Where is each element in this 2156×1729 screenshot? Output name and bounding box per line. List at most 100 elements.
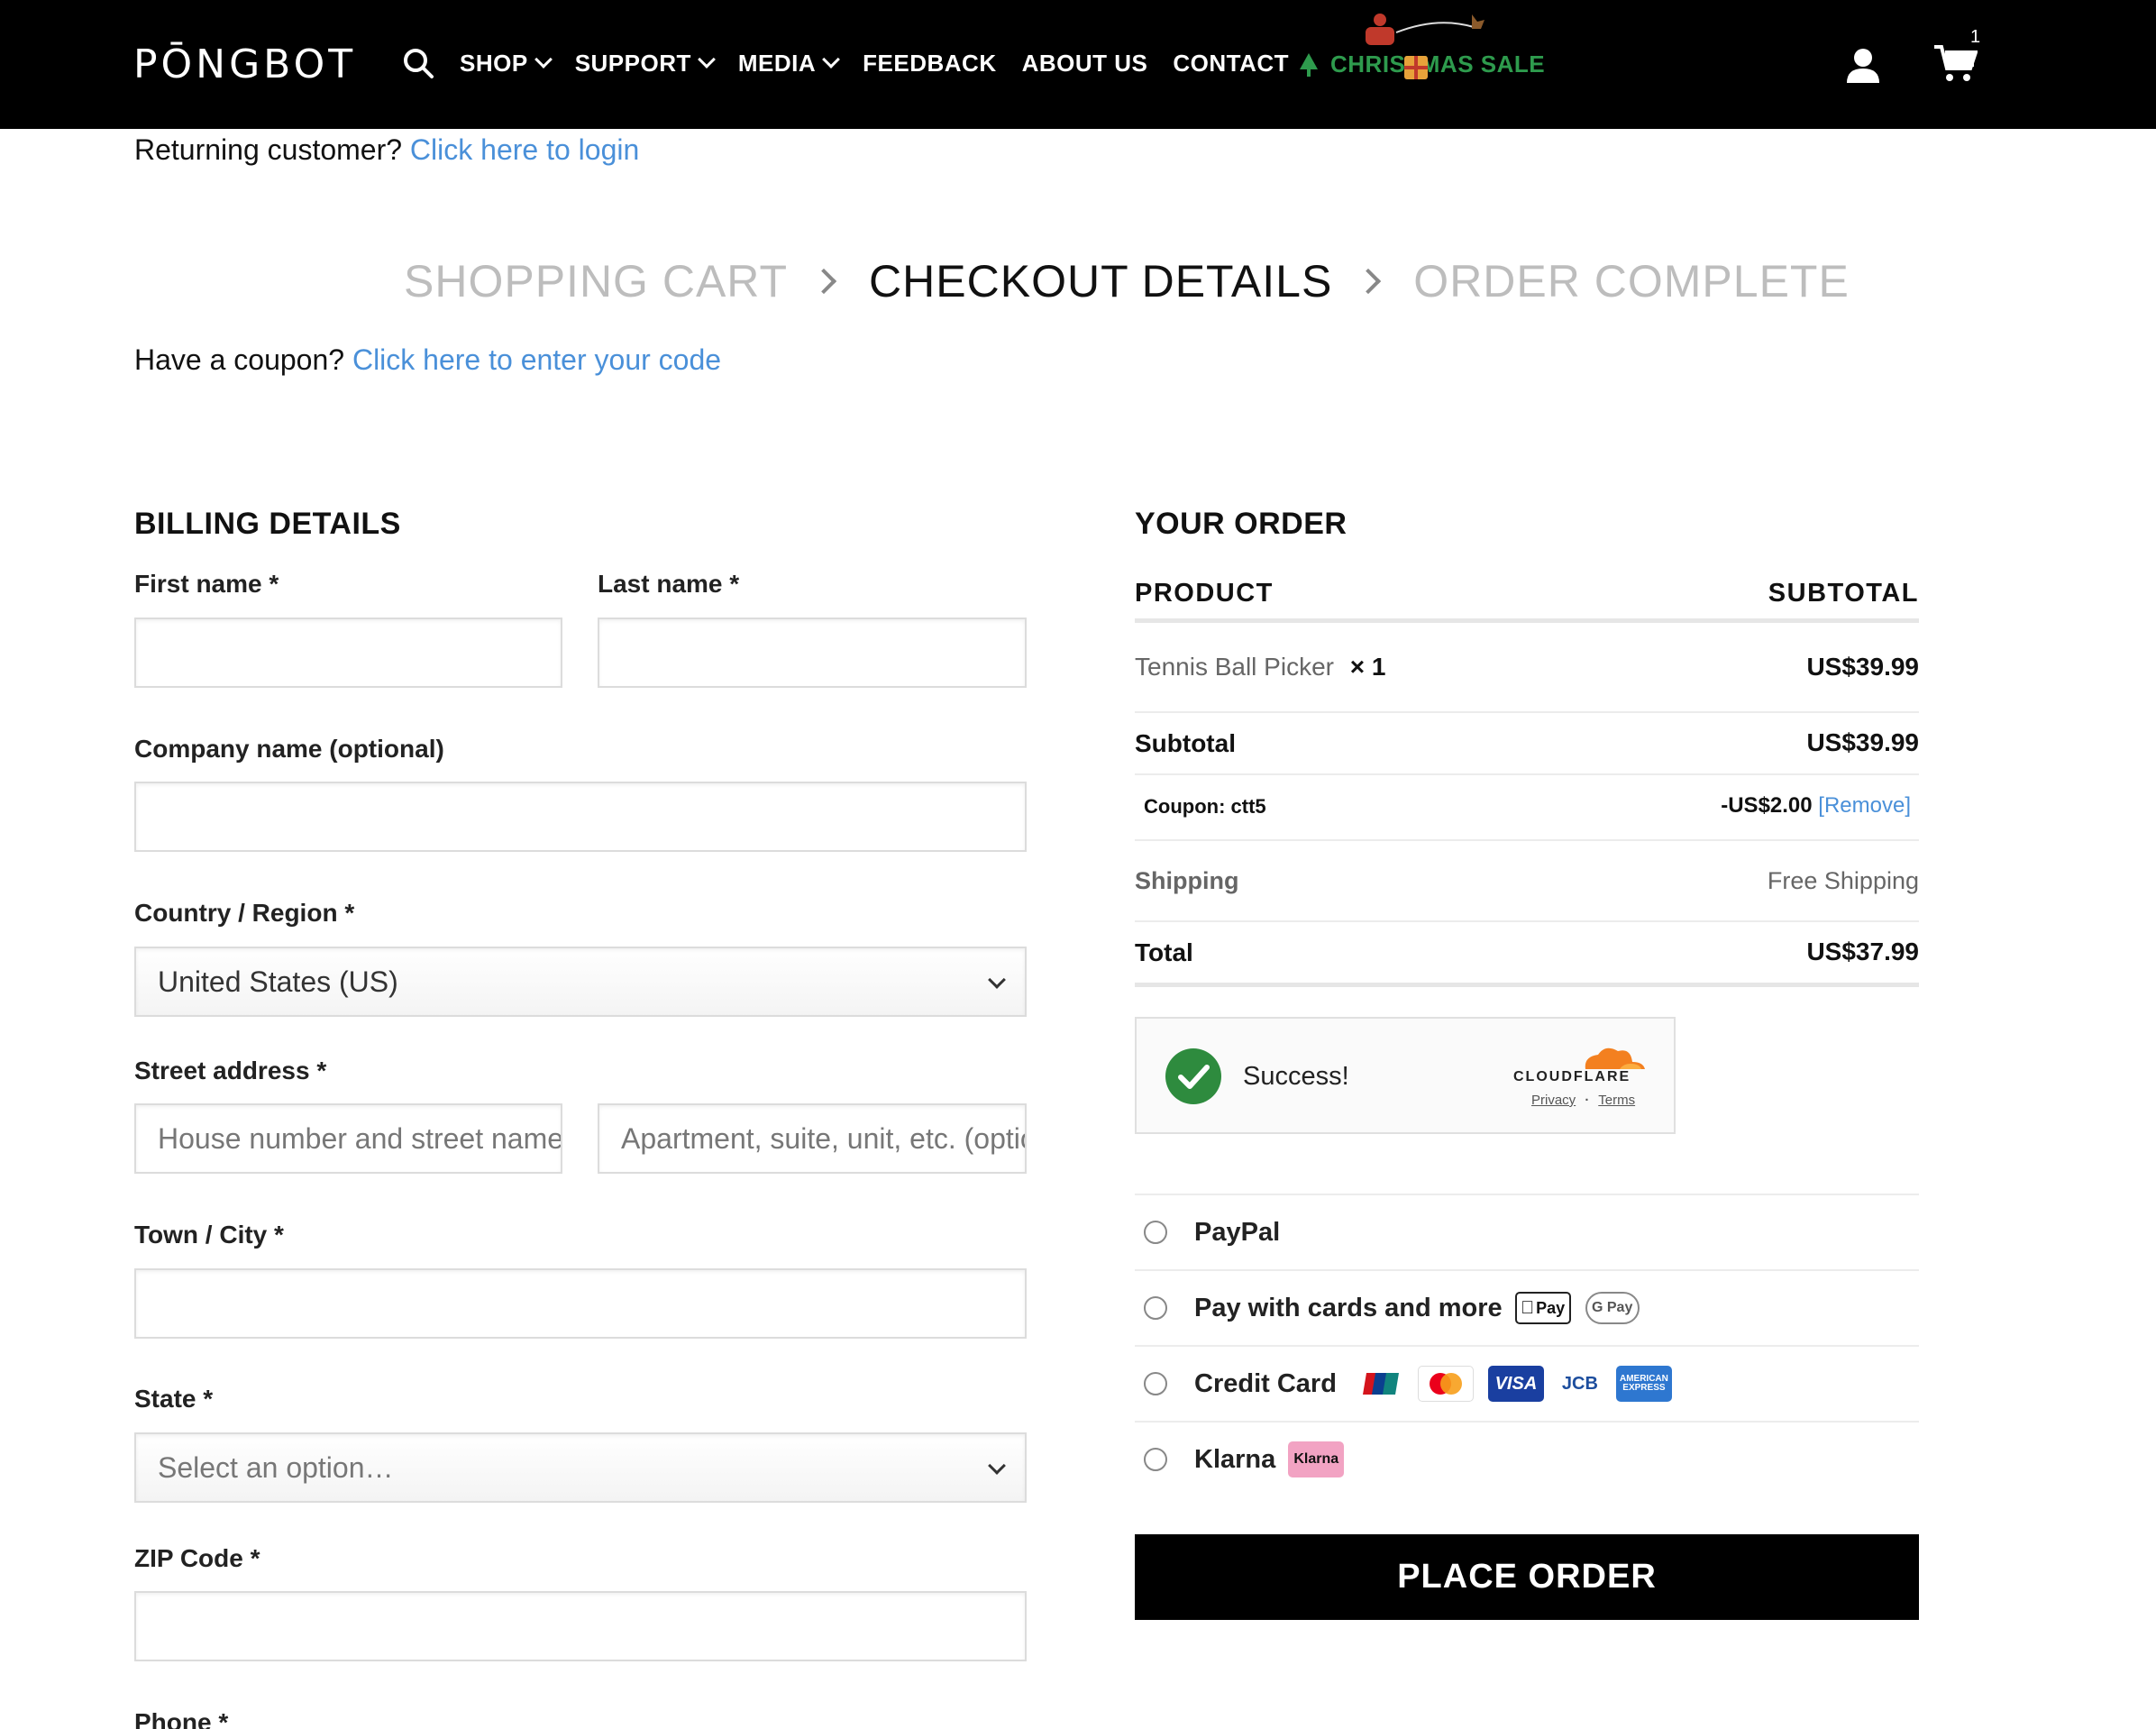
- step-checkout-details[interactable]: CHECKOUT DETAILS: [869, 255, 1332, 307]
- billing-title: BILLING DETAILS: [134, 507, 401, 541]
- subtotal-label: Subtotal: [1135, 729, 1236, 757]
- zip-code-input[interactable]: [134, 1591, 1027, 1661]
- payment-credit-card[interactable]: Credit Card VISA JCB AMERICAN EXPRESS: [1135, 1345, 1919, 1421]
- klarna-radio[interactable]: [1144, 1448, 1167, 1471]
- coupon-link[interactable]: Click here to enter your code: [352, 343, 721, 376]
- link-separator: ·: [1585, 1093, 1590, 1108]
- payment-klarna[interactable]: Klarna Klarna: [1135, 1421, 1919, 1496]
- country-label: Country / Region *: [134, 899, 355, 927]
- coupon-remove-link[interactable]: [Remove]: [1818, 793, 1911, 818]
- chevron-down-icon: [822, 50, 841, 69]
- zip-code-label: ZIP Code *: [134, 1544, 260, 1572]
- apartment-placeholder: Apartment, suite, unit, etc. (optional): [621, 1121, 1025, 1155]
- col-product: PRODUCT: [1135, 579, 1274, 608]
- apartment-input[interactable]: Apartment, suite, unit, etc. (optional): [598, 1103, 1027, 1174]
- unionpay-icon: [1359, 1368, 1403, 1399]
- step-shopping-cart[interactable]: SHOPPING CART: [404, 255, 788, 307]
- shipping-value: Free Shipping: [1767, 867, 1919, 894]
- place-order-button[interactable]: PLACE ORDER: [1135, 1534, 1919, 1620]
- shipping-label: Shipping: [1135, 867, 1239, 894]
- nav-media[interactable]: MEDIA: [738, 50, 841, 78]
- checkout-steps: SHOPPING CART CHECKOUT DETAILS ORDER COM…: [404, 255, 1850, 307]
- nav-contact[interactable]: CONTACT: [1173, 50, 1289, 78]
- payment-paypal[interactable]: PayPal: [1135, 1194, 1919, 1269]
- total-value: US$37.99: [1806, 938, 1919, 965]
- country-select[interactable]: United States (US): [134, 947, 1027, 1017]
- order-title: YOUR ORDER: [1135, 507, 1348, 541]
- tree-icon: [1300, 52, 1318, 77]
- coupon-label: Coupon: ctt5: [1144, 795, 1266, 818]
- nav-feedback[interactable]: FEEDBACK: [863, 50, 996, 78]
- state-select[interactable]: Select an option…: [134, 1432, 1027, 1503]
- paypal-label: PayPal: [1194, 1217, 1281, 1247]
- site-header: PŌNGBOT SHOP SUPPORT MEDIA FEEDBACK ABOU…: [0, 0, 2156, 129]
- total-label: Total: [1135, 938, 1193, 966]
- phone-label: Phone *: [134, 1708, 229, 1729]
- first-name-label: First name *: [134, 570, 279, 598]
- divider: [1135, 711, 1919, 713]
- paypal-radio[interactable]: [1144, 1221, 1167, 1244]
- last-name-label: Last name *: [598, 570, 740, 598]
- divider: [1135, 618, 1919, 623]
- nav-about-us[interactable]: ABOUT US: [1022, 50, 1148, 78]
- chevron-down-icon: [988, 1457, 1006, 1475]
- visa-icon: VISA: [1487, 1366, 1544, 1402]
- state-placeholder: Select an option…: [158, 1450, 394, 1484]
- returning-customer-notice: Returning customer? Click here to login: [134, 133, 640, 166]
- search-icon[interactable]: [402, 47, 434, 79]
- chevron-down-icon: [988, 971, 1006, 989]
- coupon-discount: -US$2.00: [1721, 793, 1813, 818]
- privacy-link[interactable]: Privacy: [1531, 1093, 1576, 1108]
- item-name: Tennis Ball Picker: [1135, 653, 1334, 681]
- amex-icon: AMERICAN EXPRESS: [1615, 1366, 1672, 1402]
- cloudflare-captcha[interactable]: Success! CLOUDFLARE Privacy · Terms: [1135, 1017, 1676, 1134]
- payment-cards-and-more[interactable]: Pay with cards and more Pay G Pay: [1135, 1269, 1919, 1345]
- sleigh-icon: [1366, 7, 1492, 52]
- google-pay-icon: G Pay: [1585, 1292, 1640, 1324]
- subtotal-value: US$39.99: [1806, 728, 1919, 756]
- divider: [1135, 773, 1919, 775]
- nav-support[interactable]: SUPPORT: [575, 50, 716, 78]
- cards-more-radio[interactable]: [1144, 1296, 1167, 1320]
- cards-more-label: Pay with cards and more: [1194, 1293, 1503, 1322]
- apple-pay-icon: Pay: [1514, 1292, 1571, 1324]
- christmas-sale-label: CHRISTMAS SALE: [1330, 50, 1546, 78]
- chevron-right-icon: [810, 268, 837, 295]
- company-name-label: Company name (optional): [134, 735, 444, 763]
- klarna-label: Klarna: [1194, 1444, 1276, 1474]
- street-address-input[interactable]: House number and street name: [134, 1103, 562, 1174]
- account-icon[interactable]: [1845, 47, 1881, 83]
- first-name-input[interactable]: [134, 618, 562, 688]
- login-link[interactable]: Click here to login: [410, 133, 639, 166]
- chevron-down-icon: [697, 50, 716, 69]
- klarna-icon: Klarna: [1288, 1441, 1345, 1477]
- item-price: US$39.99: [1806, 653, 1919, 681]
- captcha-status: Success!: [1243, 1062, 1349, 1091]
- credit-card-radio[interactable]: [1144, 1372, 1167, 1395]
- cart-icon[interactable]: [1934, 43, 1978, 83]
- divider: [1135, 983, 1919, 987]
- last-name-input[interactable]: [598, 618, 1027, 688]
- state-label: State *: [134, 1385, 214, 1413]
- gift-icon: [1404, 56, 1428, 79]
- nav-shop[interactable]: SHOP: [460, 50, 553, 78]
- logo-text: PŌNGBOT: [133, 41, 357, 87]
- jcb-icon: JCB: [1558, 1368, 1602, 1399]
- order-item: Tennis Ball Picker × 1: [1135, 653, 1385, 682]
- pongbot-logo[interactable]: PŌNGBOT: [133, 41, 356, 87]
- company-name-input[interactable]: [134, 782, 1027, 852]
- terms-link[interactable]: Terms: [1598, 1093, 1635, 1108]
- coupon-notice: Have a coupon? Click here to enter your …: [134, 343, 722, 376]
- cloudflare-links: Privacy · Terms: [1531, 1093, 1635, 1108]
- cloudflare-brand: CLOUDFLARE: [1513, 1069, 1631, 1084]
- step-order-complete: ORDER COMPLETE: [1413, 256, 1850, 306]
- main-nav: SHOP SUPPORT MEDIA FEEDBACK ABOUT US CON…: [402, 45, 1314, 81]
- cart-count-badge: 1: [1970, 27, 1981, 47]
- divider: [1135, 839, 1919, 841]
- city-label: Town / City *: [134, 1221, 284, 1249]
- col-subtotal: SUBTOTAL: [1768, 579, 1919, 608]
- credit-card-label: Credit Card: [1194, 1368, 1337, 1398]
- check-icon: [1165, 1048, 1221, 1104]
- country-value: United States (US): [158, 965, 398, 998]
- city-input[interactable]: [134, 1268, 1027, 1339]
